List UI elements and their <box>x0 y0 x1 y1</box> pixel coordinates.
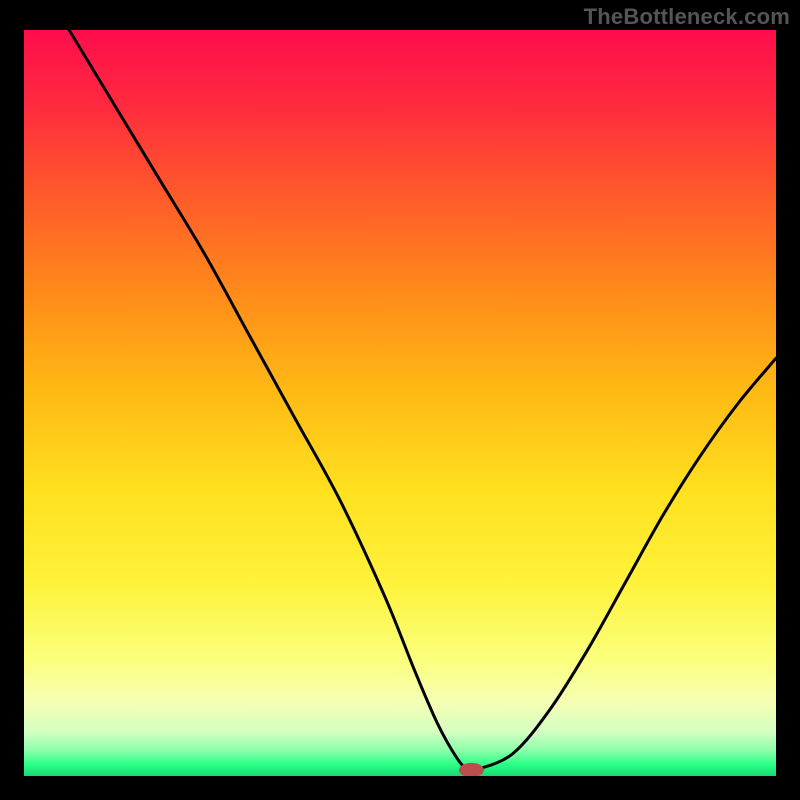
plot-area <box>24 30 776 776</box>
watermark-text: TheBottleneck.com <box>584 4 790 30</box>
chart-frame: TheBottleneck.com <box>0 0 800 800</box>
optimal-marker <box>459 763 483 776</box>
bottleneck-chart <box>24 30 776 776</box>
